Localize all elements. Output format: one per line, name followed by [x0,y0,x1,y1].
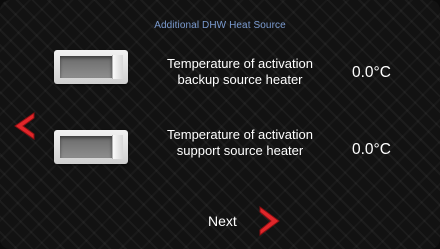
backup-heater-toggle[interactable] [54,50,128,84]
next-button[interactable] [257,206,281,241]
screen: Additional DHW Heat Source Temperature o… [0,0,440,249]
backup-heater-temperature-value[interactable]: 0.0°C [352,64,432,82]
next-button-label[interactable]: Next [208,213,237,229]
toggle-knob [112,135,123,159]
chevron-right-icon [259,206,280,236]
chevron-left-icon [14,112,35,140]
backup-heater-label-line2: backup source heater [177,72,303,87]
support-heater-label-line2: support source heater [176,143,304,158]
page-title: Additional DHW Heat Source [154,20,286,31]
toggle-knob [112,55,123,79]
support-heater-toggle[interactable] [54,130,128,164]
backup-heater-label: Temperature of activation backup source … [150,56,330,88]
backup-heater-label-line1: Temperature of activation [167,56,313,71]
support-heater-label: Temperature of activation support source… [150,127,330,159]
back-button[interactable] [13,112,37,145]
toggle-track [60,56,112,78]
support-heater-label-line1: Temperature of activation [167,127,313,142]
toggle-track [60,136,112,158]
support-heater-temperature-value[interactable]: 0.0°C [352,141,432,159]
